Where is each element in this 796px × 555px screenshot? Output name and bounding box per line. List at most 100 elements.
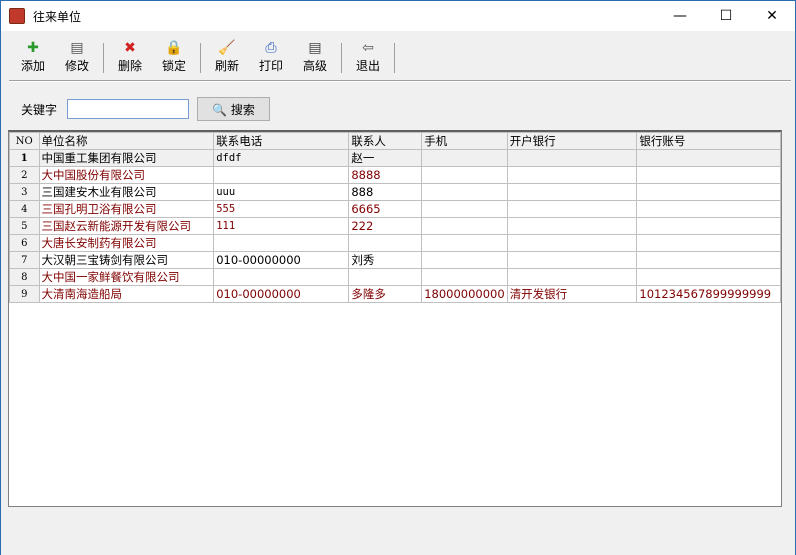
table-row[interactable]: 9 大清南海造船局 010-00000000 多隆多 18000000000 清开发银行 1… [9,285,781,303]
cell-phone[interactable] [213,166,350,184]
column-header[interactable]: 开户银行 [506,132,638,150]
cell-name[interactable]: 大清南海造船局 [38,285,215,303]
column-header[interactable]: NO [9,132,40,150]
cell-account[interactable] [636,251,781,269]
toolbar-label: 高级 [302,59,327,73]
cell-account[interactable] [636,149,781,167]
table-row[interactable]: 7 大汉朝三宝铸剑有限公司 010-00000000 刘秀 [9,251,781,269]
cell-name[interactable]: 大中国一家鲜餐饮有限公司 [38,268,215,286]
cell-mobile[interactable] [421,234,508,252]
table-row[interactable]: 4 三国孔明卫浴有限公司 555 6665 [9,200,781,218]
cell-phone[interactable]: 111 [213,217,350,235]
table-row[interactable]: 3 三国建安木业有限公司 uuu 888 [9,183,781,201]
cell-mobile[interactable]: 18000000000 [421,285,508,303]
lock-icon: 🔒 [165,40,183,56]
cell-bank[interactable] [506,251,638,269]
cell-account[interactable] [636,268,781,286]
keyword-input[interactable] [67,99,190,119]
table-row[interactable]: 2 大中国股份有限公司 8888 [9,166,781,184]
cell-contact[interactable]: 多隆多 [348,285,423,303]
column-header[interactable]: 联系人 [348,132,423,150]
toolbar-edit-button[interactable]: ▤ 修改 [55,39,99,79]
cell-no[interactable]: 4 [9,200,40,218]
cell-name[interactable]: 大唐长安制药有限公司 [38,234,215,252]
maximize-button[interactable]: ☐ [703,1,749,31]
divider [9,80,791,82]
cell-mobile[interactable] [421,149,508,167]
cell-account[interactable] [636,200,781,218]
data-grid[interactable]: NO 单位名称 联系电话 联系人 手机 开户银行 银行账号 1 中国重工集团有限公司 dfdf 赵… [8,130,782,507]
cell-contact[interactable]: 刘秀 [348,251,423,269]
column-header[interactable]: 银行账号 [636,132,781,150]
cell-no[interactable]: 3 [9,183,40,201]
table-row[interactable]: 6 大唐长安制药有限公司 [9,234,781,252]
cell-phone[interactable]: 010-00000000 [213,251,350,269]
toolbar-document-button[interactable]: ▤ 高级 [293,39,337,79]
cell-account[interactable] [636,234,781,252]
cell-bank[interactable] [506,200,638,218]
cell-bank[interactable] [506,268,638,286]
cell-bank[interactable] [506,183,638,201]
toolbar-broom-button[interactable]: 🧹 刷新 [205,39,249,79]
exit-door-icon: ⇦ [362,40,374,56]
cell-no[interactable]: 2 [9,166,40,184]
cell-mobile[interactable] [421,217,508,235]
cell-bank[interactable] [506,149,638,167]
cell-bank[interactable] [506,166,638,184]
column-header[interactable]: 手机 [421,132,508,150]
cell-account[interactable] [636,166,781,184]
cell-name[interactable]: 大汉朝三宝铸剑有限公司 [38,251,215,269]
cell-contact[interactable]: 8888 [348,166,423,184]
column-header[interactable]: 单位名称 [38,132,215,150]
cell-contact[interactable] [348,234,423,252]
cell-name[interactable]: 大中国股份有限公司 [38,166,215,184]
toolbar-add-button[interactable]: ✚ 添加 [11,39,55,79]
cell-no[interactable]: 5 [9,217,40,235]
cell-no[interactable]: 9 [9,285,40,303]
cell-bank[interactable] [506,217,638,235]
add-icon: ✚ [27,40,39,56]
table-row[interactable]: 8 大中国一家鲜餐饮有限公司 [9,268,781,286]
toolbar-lock-button[interactable]: 🔒 锁定 [152,39,196,79]
cell-mobile[interactable] [421,183,508,201]
cell-name[interactable]: 三国赵云新能源开发有限公司 [38,217,215,235]
table-row[interactable]: 1 中国重工集团有限公司 dfdf 赵一 [9,149,781,167]
cell-no[interactable]: 1 [9,149,40,167]
cell-name[interactable]: 三国孔明卫浴有限公司 [38,200,215,218]
toolbar-delete-button[interactable]: ✖ 删除 [108,39,152,79]
cell-contact[interactable] [348,268,423,286]
cell-no[interactable]: 8 [9,268,40,286]
cell-name[interactable]: 三国建安木业有限公司 [38,183,215,201]
toolbar-printer-button[interactable]: ⎙ 打印 [249,39,293,79]
cell-account[interactable] [636,183,781,201]
cell-phone[interactable]: 555 [213,200,350,218]
search-button[interactable]: 🔍 搜索 [197,97,271,121]
cell-mobile[interactable] [421,268,508,286]
cell-no[interactable]: 6 [9,234,40,252]
cell-contact[interactable]: 6665 [348,200,423,218]
cell-account[interactable] [636,217,781,235]
broom-icon: 🧹 [218,40,236,56]
cell-phone[interactable] [213,268,350,286]
cell-name[interactable]: 中国重工集团有限公司 [38,149,215,167]
cell-contact[interactable]: 888 [348,183,423,201]
column-header[interactable]: 联系电话 [213,132,350,150]
minimize-button[interactable]: — [657,1,703,31]
cell-bank[interactable] [506,234,638,252]
table-row[interactable]: 5 三国赵云新能源开发有限公司 111 222 [9,217,781,235]
cell-phone[interactable]: uuu [213,183,350,201]
cell-phone[interactable]: dfdf [213,149,350,167]
cell-mobile[interactable] [421,251,508,269]
cell-mobile[interactable] [421,166,508,184]
cell-account[interactable]: 101234567899999999 [636,285,781,303]
cell-contact[interactable]: 222 [348,217,423,235]
magnifier-icon: 🔍 [212,102,228,117]
cell-phone[interactable] [213,234,350,252]
cell-mobile[interactable] [421,200,508,218]
toolbar-exit-door-button[interactable]: ⇦ 退出 [346,39,390,79]
cell-bank[interactable]: 清开发银行 [506,285,638,303]
cell-contact[interactable]: 赵一 [348,149,423,167]
close-button[interactable]: ✕ [749,1,795,31]
cell-no[interactable]: 7 [9,251,40,269]
cell-phone[interactable]: 010-00000000 [213,285,350,303]
